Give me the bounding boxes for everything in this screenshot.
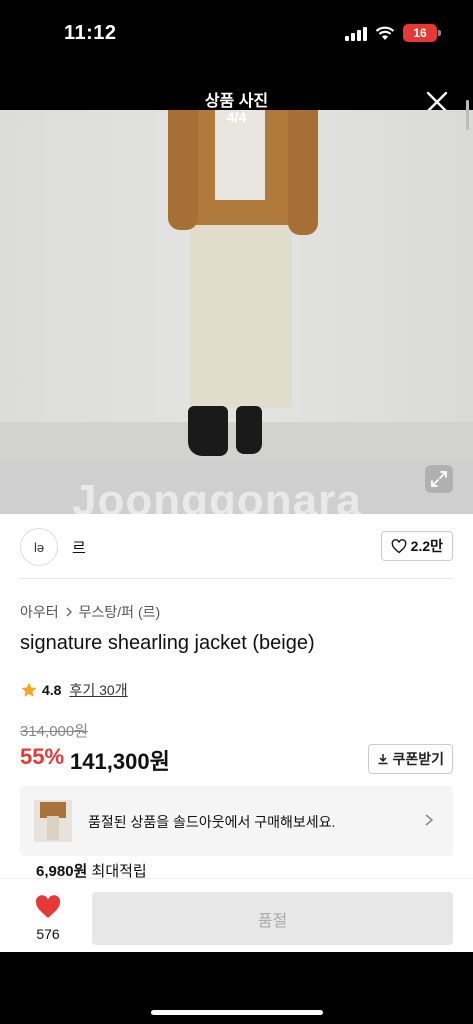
download-icon bbox=[378, 754, 388, 765]
breadcrumb-item[interactable]: 무스탕/퍼 (르) bbox=[79, 602, 161, 622]
seller-avatar[interactable]: lə bbox=[20, 528, 58, 566]
discount-rate: 55% bbox=[20, 744, 65, 769]
sale-price: 55% 141,300원 bbox=[20, 744, 170, 776]
product-title: signature shearling jacket (beige) bbox=[20, 632, 315, 654]
coupon-button[interactable]: 쿠폰받기 bbox=[368, 744, 453, 774]
battery-level: 16 bbox=[413, 26, 427, 40]
breadcrumb-item[interactable]: 아우터 bbox=[20, 602, 59, 622]
product-info: lə 르 2.2만 아우터 무스탕/퍼 (르) signature shearl… bbox=[0, 514, 473, 880]
wishlist-count: 576 bbox=[36, 926, 60, 942]
chevron-right-icon bbox=[425, 814, 434, 826]
product-photo[interactable] bbox=[0, 110, 473, 462]
watermark: Joonggonara bbox=[72, 476, 362, 514]
divider bbox=[20, 578, 453, 579]
original-price: 314,000원 bbox=[20, 723, 89, 740]
photo-viewer-header: 상품 사진 bbox=[0, 70, 473, 113]
expand-icon[interactable] bbox=[425, 465, 453, 493]
breadcrumb: 아우터 무스탕/퍼 (르) bbox=[20, 602, 160, 622]
like-count: 2.2만 bbox=[410, 538, 443, 554]
rating-score: 4.8 bbox=[42, 682, 62, 698]
bottom-action-bar: 576 품절 bbox=[0, 878, 473, 953]
heart-outline-icon bbox=[391, 538, 406, 553]
soldout-button[interactable]: 품절 bbox=[92, 892, 453, 945]
scrollbar[interactable] bbox=[466, 100, 469, 130]
seller-name[interactable]: 르 bbox=[72, 537, 86, 558]
coupon-label: 쿠폰받기 bbox=[392, 751, 444, 767]
soldout-message: 품절된 상품을 솔드아웃에서 구매해보세요. bbox=[88, 814, 336, 830]
watermark-area: Joonggonara bbox=[0, 462, 473, 514]
like-button[interactable]: 2.2만 bbox=[380, 531, 453, 561]
home-bar bbox=[0, 952, 473, 1024]
soldout-banner[interactable]: 품절된 상품을 솔드아웃에서 구매해보세요. bbox=[20, 786, 453, 856]
rating: 4.8 후기 30개 bbox=[20, 680, 128, 700]
status-bar: 11:12 16 bbox=[0, 0, 473, 70]
signal-icon bbox=[345, 25, 367, 41]
reviews-link[interactable]: 후기 30개 bbox=[69, 680, 127, 700]
status-time: 11:12 bbox=[64, 22, 117, 44]
heart-icon bbox=[35, 895, 61, 918]
battery-icon: 16 bbox=[403, 24, 441, 42]
star-icon bbox=[21, 682, 37, 697]
photo-counter: 4/4 bbox=[226, 109, 247, 125]
viewer-title: 상품 사진 bbox=[204, 93, 269, 110]
wifi-icon bbox=[375, 26, 395, 40]
status-icons: 16 bbox=[345, 24, 441, 42]
chevron-right-icon bbox=[66, 607, 72, 617]
wishlist-button[interactable]: 576 bbox=[20, 895, 76, 942]
banner-thumbnail bbox=[34, 800, 72, 842]
price-amount: 141,300원 bbox=[70, 749, 170, 774]
home-indicator[interactable] bbox=[151, 1010, 323, 1015]
seller-row[interactable]: lə 르 bbox=[20, 528, 86, 566]
